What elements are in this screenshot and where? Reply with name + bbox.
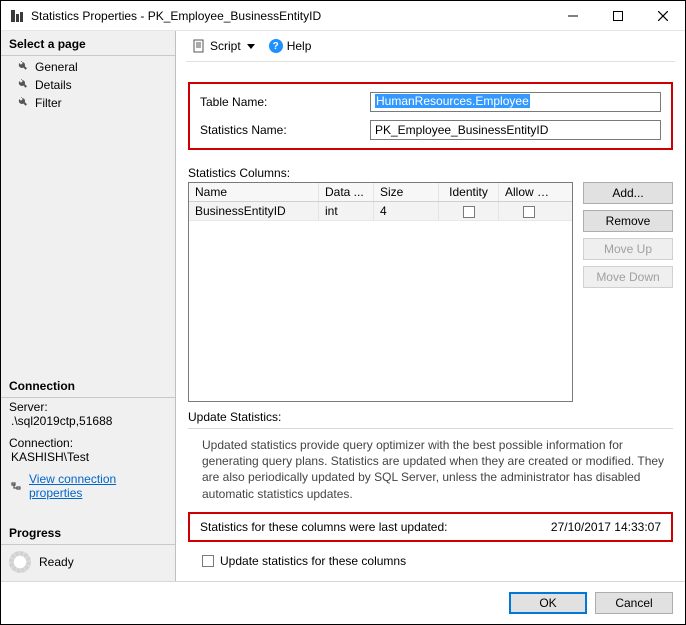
update-stats-checkbox[interactable]: [202, 555, 214, 567]
minimize-button[interactable]: [550, 1, 595, 31]
sidebar-item-filter[interactable]: Filter: [1, 94, 175, 112]
progress-status: Ready: [39, 555, 74, 569]
sidebar-item-label: Filter: [35, 96, 62, 110]
ok-button[interactable]: OK: [509, 592, 587, 614]
names-group: Table Name: HumanResources.Employee Stat…: [188, 82, 673, 150]
script-label: Script: [210, 39, 241, 53]
server-value: .\sql2019ctp,51688: [9, 414, 167, 428]
columns-grid-header: Name Data ... Size Identity Allow N...: [189, 183, 572, 202]
remove-button[interactable]: Remove: [583, 210, 673, 232]
view-connection-properties-link[interactable]: View connection properties: [29, 472, 167, 500]
statistics-name-label: Statistics Name:: [200, 123, 370, 137]
close-button[interactable]: [640, 1, 685, 31]
connection-value: KASHISH\Test: [9, 450, 167, 464]
toolbar: Script ? Help: [186, 31, 675, 62]
progress-spinner-icon: [9, 551, 31, 573]
column-buttons: Add... Remove Move Up Move Down: [583, 182, 673, 288]
titlebar: Statistics Properties - PK_Employee_Busi…: [1, 1, 685, 31]
columns-grid[interactable]: Name Data ... Size Identity Allow N... B…: [188, 182, 573, 402]
wrench-icon: [15, 97, 29, 109]
maximize-button[interactable]: [595, 1, 640, 31]
col-header-size[interactable]: Size: [374, 183, 439, 201]
cancel-button[interactable]: Cancel: [595, 592, 673, 614]
cell-size: 4: [374, 202, 439, 220]
col-header-identity[interactable]: Identity: [439, 183, 499, 201]
content-pane: Script ? Help Table Name: HumanResources…: [176, 31, 685, 581]
checkbox-icon: [523, 206, 535, 218]
sidebar-item-details[interactable]: Details: [1, 76, 175, 94]
server-label: Server:: [9, 400, 167, 414]
app-icon: [9, 8, 25, 24]
table-name-input[interactable]: HumanResources.Employee: [370, 92, 661, 112]
help-icon: ?: [269, 39, 283, 53]
sidebar: Select a page General Details Filter: [1, 31, 176, 581]
dialog-footer: OK Cancel: [1, 581, 685, 624]
move-down-button[interactable]: Move Down: [583, 266, 673, 288]
script-icon: [192, 39, 206, 53]
col-header-allownulls[interactable]: Allow N...: [499, 183, 559, 201]
table-name-label: Table Name:: [200, 95, 370, 109]
select-page-header: Select a page: [1, 31, 175, 55]
window-title: Statistics Properties - PK_Employee_Busi…: [31, 9, 321, 23]
update-stats-checkbox-label: Update statistics for these columns: [220, 554, 406, 568]
col-header-datatype[interactable]: Data ...: [319, 183, 374, 201]
last-updated-group: Statistics for these columns were last u…: [188, 512, 673, 542]
script-button[interactable]: Script: [188, 37, 259, 55]
cell-allownulls: [499, 202, 559, 220]
wrench-icon: [15, 79, 29, 91]
add-button[interactable]: Add...: [583, 182, 673, 204]
cell-datatype: int: [319, 202, 374, 220]
update-statistics-label: Update Statistics:: [188, 410, 673, 424]
update-statistics-description: Updated statistics provide query optimiz…: [202, 437, 671, 502]
progress-header: Progress: [1, 520, 175, 544]
sidebar-item-label: General: [35, 60, 78, 74]
last-updated-value: 27/10/2017 14:33:07: [511, 520, 661, 534]
statistics-name-input[interactable]: [370, 120, 661, 140]
connection-header: Connection: [1, 373, 175, 397]
cell-name: BusinessEntityID: [189, 202, 319, 220]
wrench-icon: [15, 61, 29, 73]
move-up-button[interactable]: Move Up: [583, 238, 673, 260]
statistics-columns-label: Statistics Columns:: [188, 166, 673, 180]
sidebar-item-label: Details: [35, 78, 72, 92]
checkbox-icon: [463, 206, 475, 218]
last-updated-label: Statistics for these columns were last u…: [200, 520, 511, 534]
chevron-down-icon: [247, 44, 255, 49]
help-button[interactable]: ? Help: [265, 37, 316, 55]
cell-identity: [439, 202, 499, 220]
sidebar-item-general[interactable]: General: [1, 58, 175, 76]
col-header-name[interactable]: Name: [189, 183, 319, 201]
connection-icon: [9, 480, 23, 492]
table-row[interactable]: BusinessEntityID int 4: [189, 202, 572, 221]
connection-label: Connection:: [9, 436, 167, 450]
help-label: Help: [287, 39, 312, 53]
